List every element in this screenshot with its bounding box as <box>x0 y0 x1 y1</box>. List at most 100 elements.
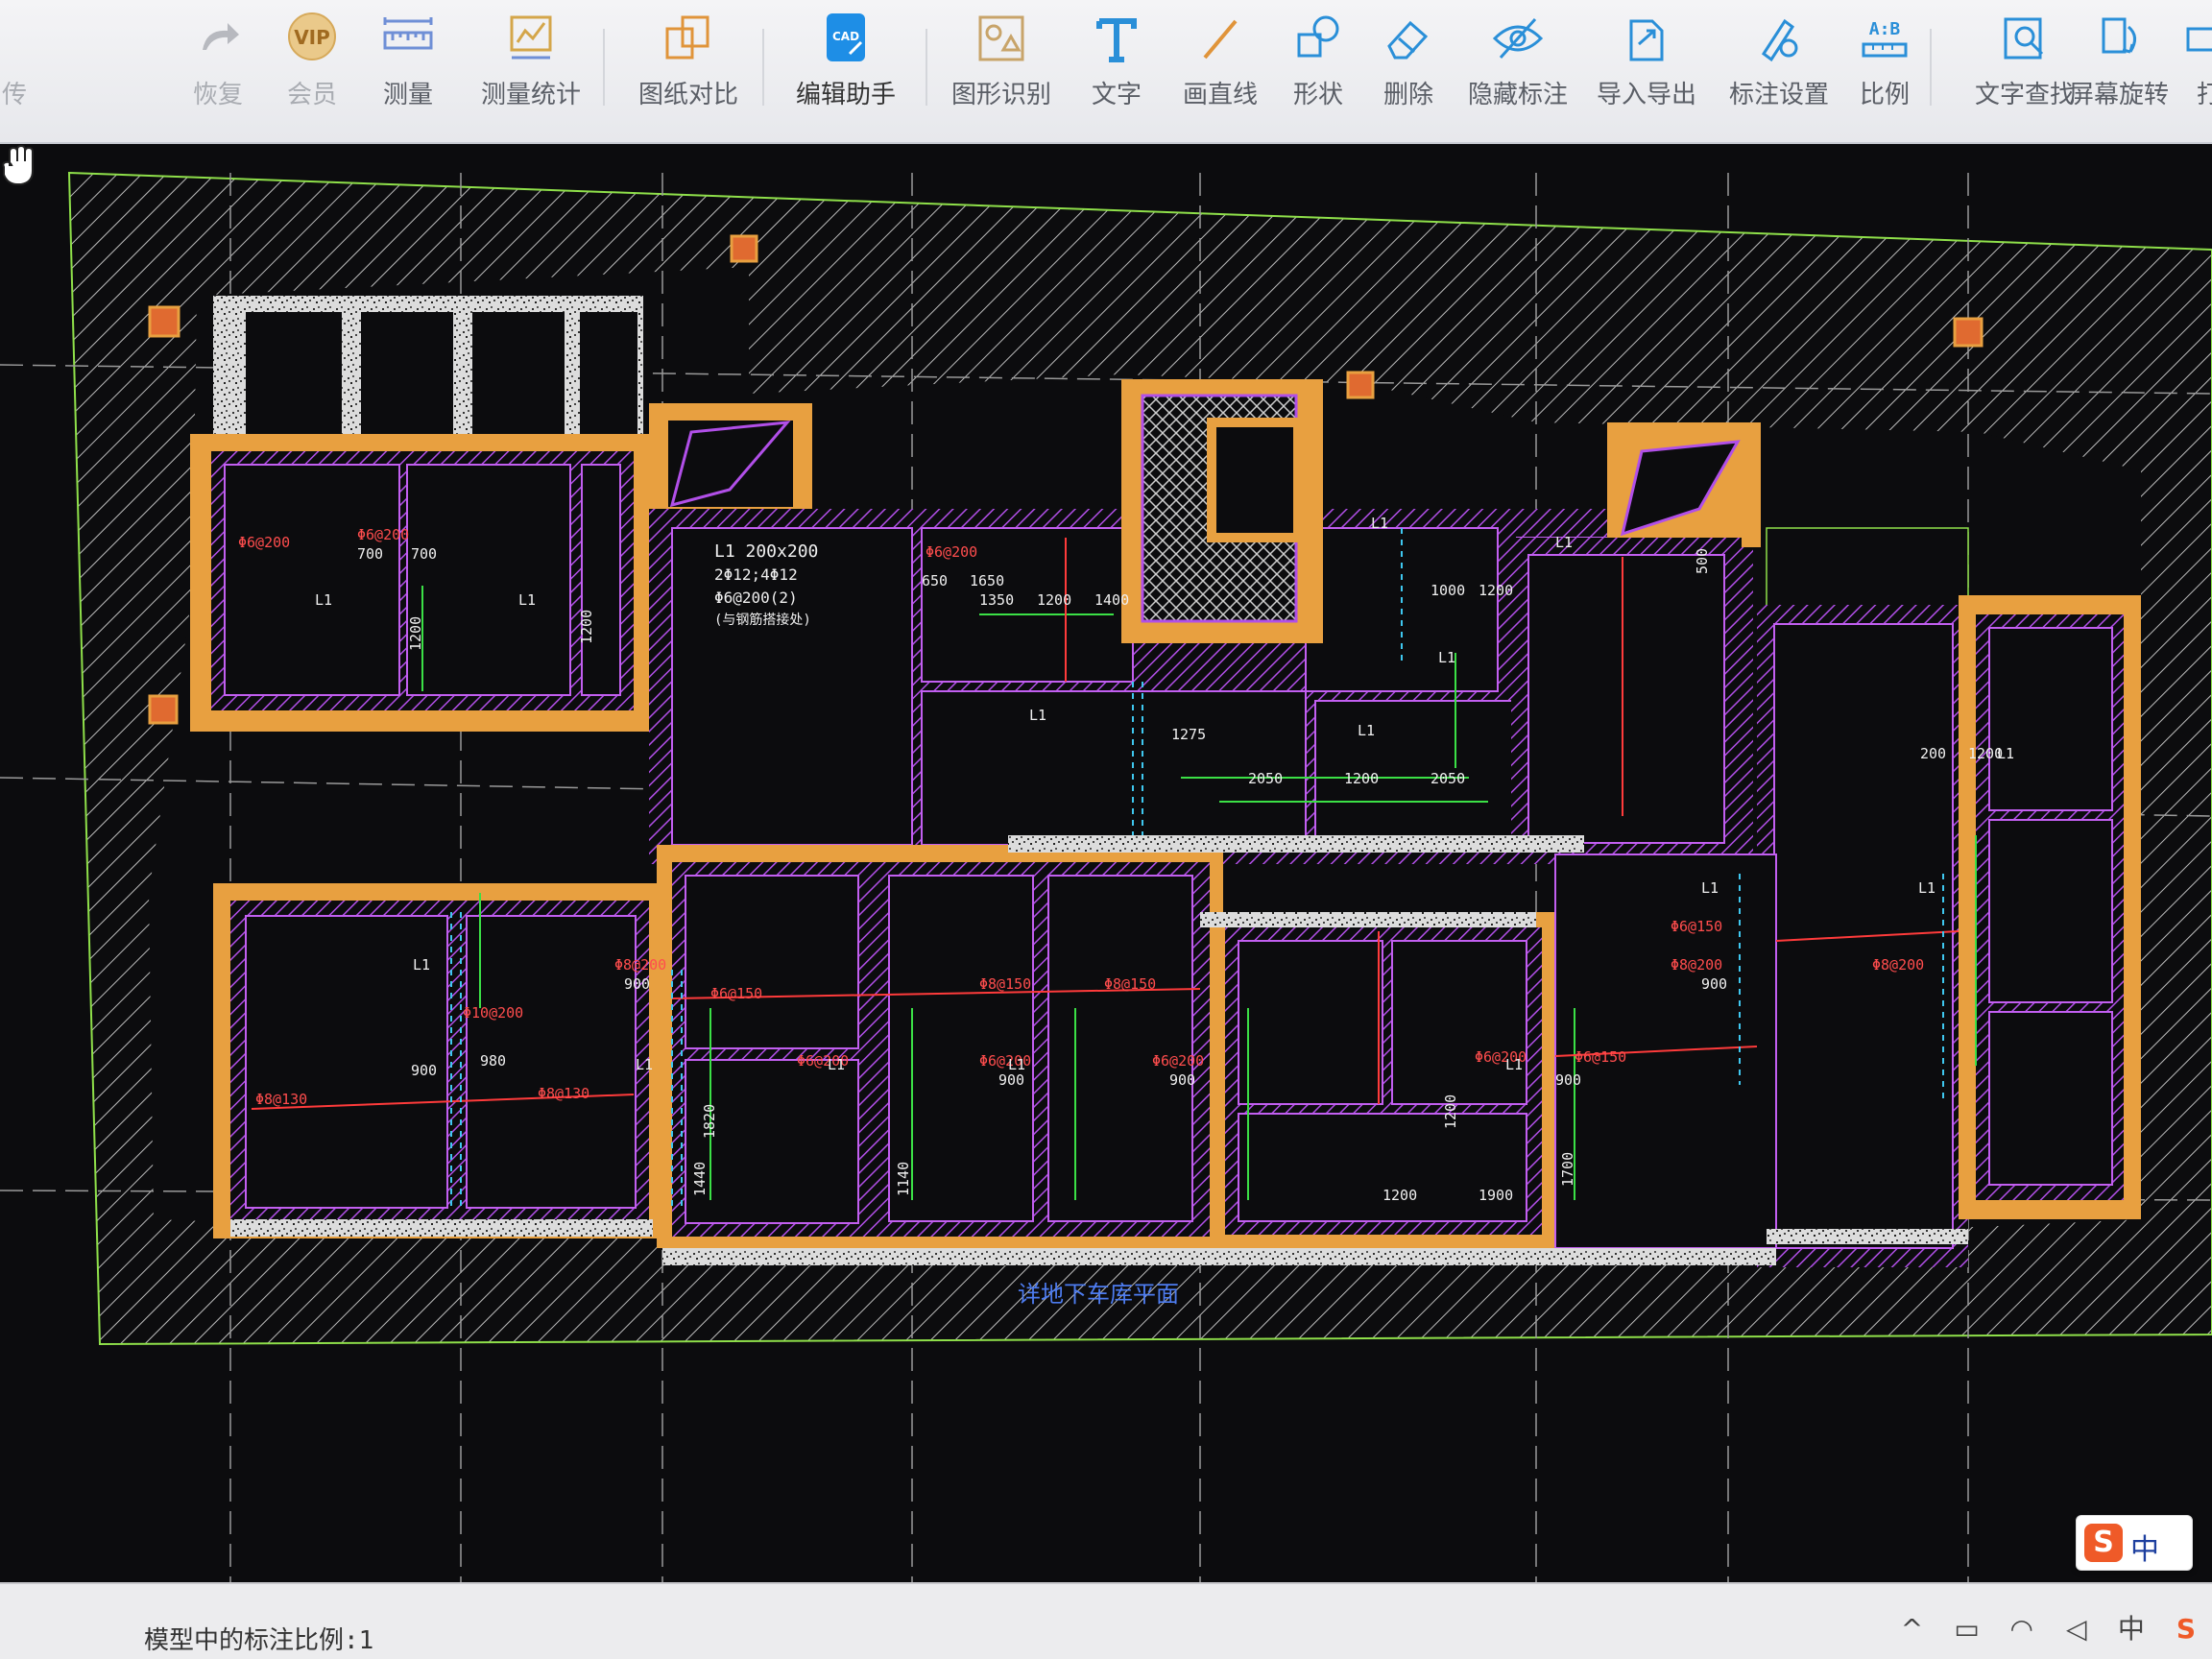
ime-tray-lang[interactable]: 中 <box>2115 1613 2148 1646</box>
dimension-label: 1000 <box>1431 582 1465 599</box>
dimension-label: 900 <box>411 1062 437 1079</box>
dimension-label: 980 <box>480 1052 506 1070</box>
dimension-label: 700 <box>357 545 383 563</box>
scale-icon: A:B <box>1862 19 1908 58</box>
toolbar-item-compare[interactable]: 图纸对比 <box>616 12 760 136</box>
vip-icon: VIP <box>288 12 336 60</box>
beam-tag: L1 <box>1358 722 1375 739</box>
redo-icon <box>203 23 239 50</box>
battery-icon[interactable]: ▭ <box>1951 1613 1984 1646</box>
toolbar-separator <box>926 29 927 106</box>
beam-tag: L1 <box>1438 649 1455 666</box>
toolbar-item-scale[interactable]: A:B 比例 <box>1813 12 1957 136</box>
dimension-label: 900 <box>624 975 650 993</box>
toolbar-separator <box>603 29 605 106</box>
dimension-label: 1700 <box>1559 1152 1576 1187</box>
hide-eye-icon <box>1492 17 1544 60</box>
rebar-label: Φ6@150 <box>710 985 762 1002</box>
toolbar-item-label: 编辑助手 <box>795 81 896 109</box>
rebar-label: Φ6@200 <box>926 543 977 561</box>
dimension-label: 900 <box>1701 975 1727 993</box>
measure-stats-icon <box>510 15 552 60</box>
toolbar-item-measure-stats[interactable]: 测量统计 <box>459 12 603 136</box>
dimension-label: 200 <box>1920 745 1946 762</box>
beam-note: L1 200x200 <box>714 541 818 562</box>
dimension-label: 1140 <box>895 1162 912 1196</box>
toolbar-item-label: 传 <box>1 81 27 109</box>
dimension-label: 900 <box>1169 1071 1195 1089</box>
ruler-icon <box>383 17 433 50</box>
dimension-label: 1200 <box>1344 770 1379 787</box>
hand-pointer-icon <box>2 144 34 185</box>
dimension-label: 1200 <box>1479 582 1513 599</box>
rebar-label: Φ8@200 <box>614 956 666 974</box>
dimension-label: 1200 <box>1442 1094 1459 1129</box>
rebar-label: Φ8@200 <box>1872 956 1924 974</box>
dimension-label: 1275 <box>1171 726 1206 743</box>
beam-note: Φ6@200(2) <box>714 589 798 607</box>
cad-drawing-canvas[interactable]: Φ6@200 Φ6@200 700 700 1200 1200 L1 200x2… <box>0 144 2212 1582</box>
dimension-label: 1200 <box>1037 591 1071 609</box>
beam-note: (与钢筋搭接处) <box>714 612 811 628</box>
toolbar-item-edit-assistant[interactable]: CAD 编辑助手 <box>774 12 918 136</box>
toolbar-item-import-export[interactable]: 导入导出 <box>1575 12 1719 136</box>
beam-tag: L1 <box>636 1056 653 1073</box>
status-bar: 模型中的标注比例:1 S 中 ^ ▭ ◠ ◁ 中 S <box>0 1515 2212 1659</box>
shape-recognition-icon <box>978 15 1024 61</box>
dimension-label: 1200 <box>1382 1187 1417 1204</box>
rebar-label: Φ6@150 <box>1575 1048 1626 1066</box>
beam-tag: L1 <box>1371 515 1388 532</box>
toolbar-item-label: 导入导出 <box>1596 81 1696 109</box>
toolbar-item-label: 隐藏标注 <box>1467 81 1568 109</box>
beam-tag: L1 <box>1029 707 1046 724</box>
toolbar-item-label: 比例 <box>1859 81 1910 109</box>
toolbar-item-share[interactable]: 传 <box>0 12 86 136</box>
toolbar-item-label: 打 <box>2196 81 2212 109</box>
eraser-icon <box>1387 20 1429 60</box>
dimension-label: 1200 <box>578 610 595 644</box>
dimension-label: 1900 <box>1479 1187 1513 1204</box>
annotation-settings-icon <box>1761 18 1798 62</box>
svg-text:A:B: A:B <box>1869 19 1901 39</box>
beam-tag: L1 <box>828 1056 845 1073</box>
share-icon <box>0 12 43 65</box>
beam-tag: L1 <box>1701 879 1719 897</box>
print-icon <box>2186 27 2212 52</box>
rebar-label: Φ6@200 <box>357 526 409 543</box>
dimension-label: 1350 <box>979 591 1014 609</box>
dimension-label: 1200 <box>407 616 424 651</box>
beam-tag: L1 <box>315 591 332 609</box>
beam-tag: L1 <box>1505 1056 1523 1073</box>
dimension-label: 900 <box>1555 1071 1581 1089</box>
cad-edit-icon: CAD <box>827 13 865 61</box>
toolbar-item-label: 图纸对比 <box>637 81 738 109</box>
wifi-icon[interactable]: ◠ <box>2006 1613 2038 1646</box>
annotation-scale-status: 模型中的标注比例:1 <box>144 1626 374 1655</box>
volume-icon[interactable]: ◁ <box>2060 1613 2093 1646</box>
toolbar-item-print[interactable]: 打 <box>2137 12 2212 136</box>
beam-tag: L1 <box>413 956 430 974</box>
sogou-ime-icon: S <box>2084 1524 2123 1562</box>
dimension-label: 900 <box>998 1071 1024 1089</box>
rebar-label: Φ8@150 <box>1104 975 1156 993</box>
toolbar-item-hide-annotation[interactable]: 隐藏标注 <box>1446 12 1590 136</box>
beam-note: 2Φ12;4Φ12 <box>714 565 798 584</box>
rebar-label: Φ6@200 <box>1152 1052 1204 1070</box>
dimension-label: 1440 <box>691 1162 709 1196</box>
rebar-label: Φ8@150 <box>979 975 1031 993</box>
svg-text:VIP: VIP <box>294 26 330 49</box>
dimension-label: 1650 <box>970 572 1004 589</box>
ime-indicator[interactable]: S 中 <box>2076 1515 2193 1571</box>
text-search-icon <box>2004 17 2044 60</box>
dimension-label: 700 <box>411 545 437 563</box>
line-icon <box>1203 19 1238 60</box>
sogou-tray-icon[interactable]: S <box>2170 1613 2202 1646</box>
beam-tag: L1 <box>1918 879 1936 897</box>
dimension-label: 2050 <box>1431 770 1465 787</box>
chevron-up-icon[interactable]: ^ <box>1896 1613 1929 1646</box>
toolbar-separator <box>1930 29 1932 106</box>
rebar-label: Φ6@150 <box>1671 918 1722 935</box>
drawing-title: 详地下车库平面 <box>1018 1281 1179 1308</box>
dimension-label: 500 <box>1694 548 1711 574</box>
compare-icon <box>665 15 709 60</box>
